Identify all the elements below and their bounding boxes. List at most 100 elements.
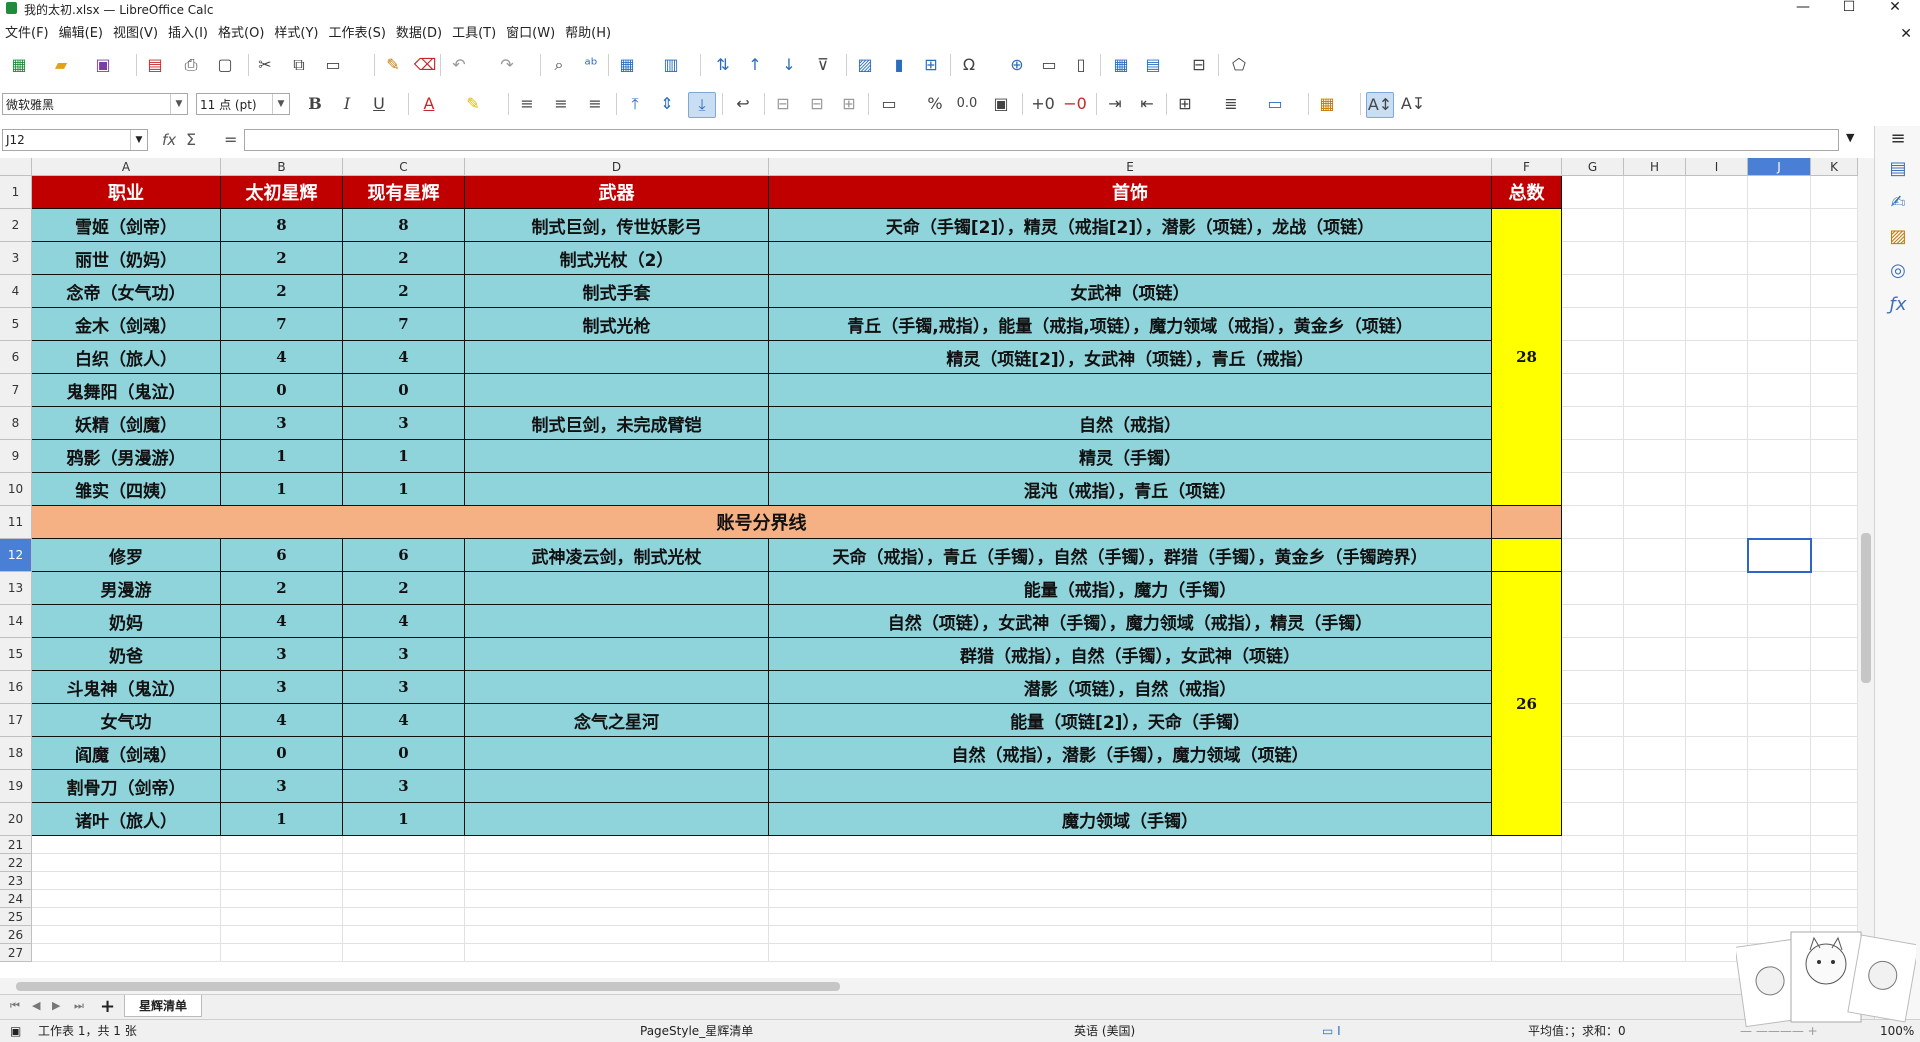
menu-insert[interactable]: 插入(I) [163,24,213,44]
empty-cell[interactable] [1686,872,1748,890]
data-cell[interactable]: 制式光杖（2） [465,242,769,275]
empty-cell[interactable] [1811,704,1858,737]
selection-mode-icon[interactable]: ▭ I [1322,1020,1341,1042]
empty-cell[interactable] [1748,605,1811,638]
empty-cell[interactable] [1686,440,1748,473]
horizontal-scrollbar[interactable] [0,978,1874,994]
column-icon[interactable]: ▥ [658,53,684,77]
empty-cell[interactable] [1686,242,1748,275]
empty-cell[interactable] [1562,836,1624,854]
empty-cell[interactable] [1686,308,1748,341]
row-header-11[interactable]: 11 [0,506,32,539]
data-cell[interactable]: 2 [221,275,343,308]
data-cell[interactable]: 7 [221,308,343,341]
data-cell[interactable]: 自然（戒指），潜影（手镯），魔力领域（项链） [769,737,1492,770]
empty-cell[interactable] [1624,506,1686,539]
freeze-rows-icon[interactable]: ▤ [1140,53,1166,77]
empty-cell[interactable] [1624,374,1686,407]
data-cell[interactable]: 1 [221,473,343,506]
empty-cell[interactable] [343,908,465,926]
empty-cell[interactable] [1624,908,1686,926]
font-color-icon[interactable]: A [416,92,442,116]
merge-center-icon[interactable]: ⊟ [770,92,796,116]
data-cell[interactable] [769,242,1492,275]
empty-cell[interactable] [1624,275,1686,308]
define-print-area-icon[interactable]: ▦ [1108,53,1134,77]
minimize-icon[interactable]: — [1780,0,1826,16]
row-header-10[interactable]: 10 [0,473,32,506]
empty-cell[interactable] [465,908,769,926]
empty-cell[interactable] [1624,890,1686,908]
data-cell[interactable]: 斗鬼神（鬼泣） [32,671,221,704]
styles-icon[interactable]: ✍ [1885,190,1911,216]
save-icon[interactable]: ▣ [90,53,116,77]
clear-formatting-icon[interactable]: ⌫ [412,53,438,77]
divider-total-cell[interactable] [1492,506,1562,539]
empty-cell[interactable] [1562,704,1624,737]
menu-format[interactable]: 格式(O) [213,24,269,44]
empty-cell[interactable] [1686,803,1748,836]
empty-cell[interactable] [1811,605,1858,638]
row-header-8[interactable]: 8 [0,407,32,440]
empty-cell[interactable] [1748,638,1811,671]
empty-cell[interactable] [1562,341,1624,374]
align-top-icon[interactable]: ⤒ [622,92,648,116]
empty-cell[interactable] [1562,275,1624,308]
autofilter-icon[interactable]: ⊽ [810,53,836,77]
conditional-format-icon[interactable]: ▦ [1314,92,1340,116]
empty-cell[interactable] [1748,440,1811,473]
last-sheet-icon[interactable]: ⏭ [74,999,84,1013]
empty-cell[interactable] [1748,473,1811,506]
split-window-icon[interactable]: ⊟ [1186,53,1212,77]
column-header-a[interactable]: A [32,158,221,176]
empty-cell[interactable] [1811,473,1858,506]
data-cell[interactable]: 0 [221,374,343,407]
row-header-16[interactable]: 16 [0,671,32,704]
empty-cell[interactable] [1811,440,1858,473]
header-cell[interactable]: 总数 [1492,176,1562,209]
empty-cell[interactable] [1624,671,1686,704]
data-cell[interactable]: 能量（项链[2]），天命（手镯） [769,704,1492,737]
data-cell[interactable]: 鸦影（男漫游） [32,440,221,473]
data-cell[interactable]: 2 [343,572,465,605]
empty-cell[interactable] [769,926,1492,944]
data-cell[interactable]: 4 [343,341,465,374]
data-cell[interactable]: 念帝（女气功） [32,275,221,308]
column-header-e[interactable]: E [769,158,1492,176]
empty-cell[interactable] [1562,770,1624,803]
page-style[interactable]: PageStyle_星辉清单 [640,1020,753,1042]
find-replace-icon[interactable]: ⌕ [546,53,572,77]
borders-icon[interactable]: ⊞ [1172,92,1198,116]
insert-chart-icon[interactable]: ▮ [886,53,912,77]
empty-cell[interactable] [1562,176,1624,209]
add-sheet-button[interactable]: + [100,996,115,1017]
empty-cell[interactable] [1562,539,1624,572]
data-cell[interactable]: 2 [343,242,465,275]
clone-formatting-icon[interactable]: ✎ [380,53,406,77]
data-cell[interactable]: 天命（戒指），青丘（手镯），自然（手镯），群猎（手镯），黄金乡（手镯跨界） [769,539,1492,572]
empty-cell[interactable] [1748,176,1811,209]
empty-cell[interactable] [1748,737,1811,770]
empty-cell[interactable] [1748,275,1811,308]
empty-cell[interactable] [32,908,221,926]
data-cell[interactable]: 割骨刀（剑帝） [32,770,221,803]
menu-sheet[interactable]: 工作表(S) [324,24,391,44]
empty-cell[interactable] [1748,374,1811,407]
empty-cell[interactable] [1624,407,1686,440]
empty-cell[interactable] [1686,539,1748,572]
data-cell[interactable]: 女武神（项链） [769,275,1492,308]
unmerge-cells-icon[interactable]: ⊞ [836,92,862,116]
currency-icon[interactable]: ▭ [876,92,902,116]
empty-cell[interactable] [32,872,221,890]
decrease-indent-icon[interactable]: ⇤ [1134,92,1160,116]
empty-cell[interactable] [1686,638,1748,671]
percent-button[interactable]: % [922,92,948,116]
next-sheet-icon[interactable]: ▶ [52,999,60,1012]
empty-cell[interactable] [32,944,221,962]
sum-icon[interactable]: Σ [186,130,196,149]
empty-cell[interactable] [769,854,1492,872]
row-header-4[interactable]: 4 [0,275,32,308]
data-cell[interactable]: 丽世（奶妈） [32,242,221,275]
empty-cell[interactable] [1686,275,1748,308]
empty-cell[interactable] [1562,872,1624,890]
